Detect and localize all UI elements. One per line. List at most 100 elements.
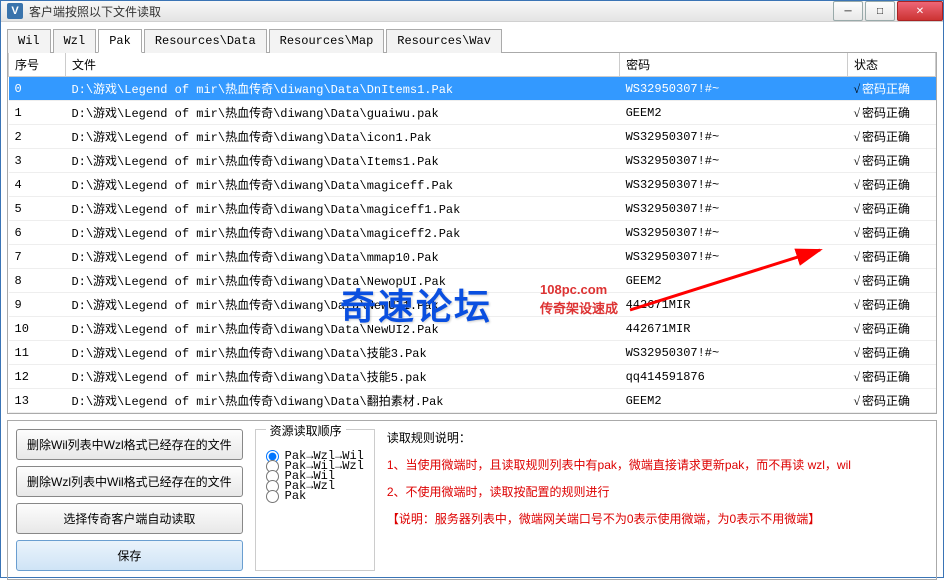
minimize-button[interactable]: ─ <box>833 1 863 21</box>
titlebar[interactable]: V 客户端按照以下文件读取 ─ □ ✕ <box>1 1 943 22</box>
table-row[interactable]: 7D:\游戏\Legend of mir\热血传奇\diwang\Data\mm… <box>9 245 936 269</box>
col-header-password[interactable]: 密码 <box>620 53 848 77</box>
cell-status: √密码正确 <box>847 149 935 173</box>
cell-password: GEEM2 <box>620 101 848 125</box>
cell-status: √密码正确 <box>847 77 935 101</box>
cell-status: √密码正确 <box>847 125 935 149</box>
tab-pak[interactable]: Pak <box>98 29 142 53</box>
cell-index: 8 <box>9 269 66 293</box>
table-row[interactable]: 8D:\游戏\Legend of mir\热血传奇\diwang\Data\Ne… <box>9 269 936 293</box>
save-button[interactable]: 保存 <box>16 540 243 571</box>
cell-index: 0 <box>9 77 66 101</box>
cell-password: WS32950307!#~ <box>620 77 848 101</box>
cell-index: 6 <box>9 221 66 245</box>
cell-index: 4 <box>9 173 66 197</box>
check-icon: √ <box>853 202 860 216</box>
cell-index: 13 <box>9 389 66 413</box>
cell-file: D:\游戏\Legend of mir\热血传奇\diwang\Data\mma… <box>65 245 619 269</box>
file-table: 序号 文件 密码 状态 0D:\游戏\Legend of mir\热血传奇\di… <box>8 53 936 413</box>
table-row[interactable]: 13D:\游戏\Legend of mir\热血传奇\diwang\Data\翻… <box>9 389 936 413</box>
table-row[interactable]: 9D:\游戏\Legend of mir\热血传奇\diwang\Data\Ne… <box>9 293 936 317</box>
table-row[interactable]: 1D:\游戏\Legend of mir\热血传奇\diwang\Data\gu… <box>9 101 936 125</box>
radio-label: Pak <box>285 489 307 503</box>
cell-file: D:\游戏\Legend of mir\热血传奇\diwang\Data\ico… <box>65 125 619 149</box>
cell-index: 7 <box>9 245 66 269</box>
cell-status: √密码正确 <box>847 269 935 293</box>
cell-index: 1 <box>9 101 66 125</box>
delete-wil-button[interactable]: 删除Wil列表中Wzl格式已经存在的文件 <box>16 429 243 460</box>
col-header-file[interactable]: 文件 <box>65 53 619 77</box>
cell-index: 5 <box>9 197 66 221</box>
table-row[interactable]: 2D:\游戏\Legend of mir\热血传奇\diwang\Data\ic… <box>9 125 936 149</box>
check-icon: √ <box>853 106 860 120</box>
cell-password: 442671MIR <box>620 293 848 317</box>
read-order-title: 资源读取顺序 <box>266 422 346 439</box>
cell-password: GEEM2 <box>620 269 848 293</box>
auto-read-button[interactable]: 选择传奇客户端自动读取 <box>16 503 243 534</box>
cell-status: √密码正确 <box>847 317 935 341</box>
maximize-button[interactable]: □ <box>865 1 895 21</box>
table-row[interactable]: 11D:\游戏\Legend of mir\热血传奇\diwang\Data\技… <box>9 341 936 365</box>
check-icon: √ <box>853 226 860 240</box>
check-icon: √ <box>853 394 860 408</box>
close-button[interactable]: ✕ <box>897 1 943 21</box>
bottom-panel: 删除Wil列表中Wzl格式已经存在的文件 删除Wzl列表中Wil格式已经存在的文… <box>7 420 937 580</box>
cell-password: WS32950307!#~ <box>620 173 848 197</box>
tab-wzl[interactable]: Wzl <box>53 29 97 53</box>
cell-password: WS32950307!#~ <box>620 341 848 365</box>
cell-file: D:\游戏\Legend of mir\热血传奇\diwang\Data\New… <box>65 269 619 293</box>
tab-wil[interactable]: Wil <box>7 29 51 53</box>
table-row[interactable]: 0D:\游戏\Legend of mir\热血传奇\diwang\Data\Dn… <box>9 77 936 101</box>
tab-resources-wav[interactable]: Resources\Wav <box>386 29 502 53</box>
check-icon: √ <box>853 178 860 192</box>
tab-bar: WilWzlPakResources\DataResources\MapReso… <box>7 28 937 53</box>
cell-password: 442671MIR <box>620 317 848 341</box>
col-header-index[interactable]: 序号 <box>9 53 66 77</box>
table-row[interactable]: 5D:\游戏\Legend of mir\热血传奇\diwang\Data\ma… <box>9 197 936 221</box>
table-row[interactable]: 10D:\游戏\Legend of mir\热血传奇\diwang\Data\N… <box>9 317 936 341</box>
cell-file: D:\游戏\Legend of mir\热血传奇\diwang\Data\New… <box>65 317 619 341</box>
app-icon: V <box>7 3 23 19</box>
cell-file: D:\游戏\Legend of mir\热血传奇\diwang\Data\New… <box>65 293 619 317</box>
file-table-wrap: 序号 文件 密码 状态 0D:\游戏\Legend of mir\热血传奇\di… <box>7 53 937 414</box>
check-icon: √ <box>853 298 860 312</box>
tab-resources-map[interactable]: Resources\Map <box>269 29 385 53</box>
cell-file: D:\游戏\Legend of mir\热血传奇\diwang\Data\mag… <box>65 197 619 221</box>
cell-password: WS32950307!#~ <box>620 221 848 245</box>
cell-index: 2 <box>9 125 66 149</box>
delete-wzl-button[interactable]: 删除Wzl列表中Wil格式已经存在的文件 <box>16 466 243 497</box>
cell-password: WS32950307!#~ <box>620 149 848 173</box>
read-order-group: 资源读取顺序 Pak→Wzl→WilPak→Wil→WzlPak→WilPak→… <box>255 429 375 571</box>
rules-panel: 读取规则说明： 1、当使用微端时，且读取规则列表中有pak，微端直接请求更新pa… <box>387 429 928 571</box>
rule-line-1: 1、当使用微端时，且读取规则列表中有pak，微端直接请求更新pak，而不再读 w… <box>387 456 928 473</box>
table-row[interactable]: 3D:\游戏\Legend of mir\热血传奇\diwang\Data\It… <box>9 149 936 173</box>
cell-status: √密码正确 <box>847 221 935 245</box>
cell-status: √密码正确 <box>847 341 935 365</box>
rules-title: 读取规则说明： <box>387 429 928 446</box>
table-row[interactable]: 4D:\游戏\Legend of mir\热血传奇\diwang\Data\ma… <box>9 173 936 197</box>
cell-file: D:\游戏\Legend of mir\热血传奇\diwang\Data\gua… <box>65 101 619 125</box>
col-header-status[interactable]: 状态 <box>847 53 935 77</box>
table-row[interactable]: 12D:\游戏\Legend of mir\热血传奇\diwang\Data\技… <box>9 365 936 389</box>
check-icon: √ <box>853 82 860 96</box>
cell-status: √密码正确 <box>847 101 935 125</box>
tab-resources-data[interactable]: Resources\Data <box>144 29 267 53</box>
rule-note: 【说明：服务器列表中，微端网关端口号不为0表示使用微端，为0表示不用微端】 <box>387 510 928 527</box>
check-icon: √ <box>853 250 860 264</box>
window-title: 客户端按照以下文件读取 <box>29 3 831 20</box>
cell-file: D:\游戏\Legend of mir\热血传奇\diwang\Data\翻拍素… <box>65 389 619 413</box>
cell-file: D:\游戏\Legend of mir\热血传奇\diwang\Data\Ite… <box>65 149 619 173</box>
table-row[interactable]: 6D:\游戏\Legend of mir\热血传奇\diwang\Data\ma… <box>9 221 936 245</box>
cell-index: 3 <box>9 149 66 173</box>
cell-index: 10 <box>9 317 66 341</box>
cell-file: D:\游戏\Legend of mir\热血传奇\diwang\Data\mag… <box>65 221 619 245</box>
cell-file: D:\游戏\Legend of mir\热血传奇\diwang\Data\DnI… <box>65 77 619 101</box>
cell-status: √密码正确 <box>847 245 935 269</box>
check-icon: √ <box>853 346 860 360</box>
cell-status: √密码正确 <box>847 197 935 221</box>
cell-index: 11 <box>9 341 66 365</box>
cell-password: qq414591876 <box>620 365 848 389</box>
radio-input[interactable] <box>266 490 279 503</box>
cell-index: 9 <box>9 293 66 317</box>
check-icon: √ <box>853 274 860 288</box>
